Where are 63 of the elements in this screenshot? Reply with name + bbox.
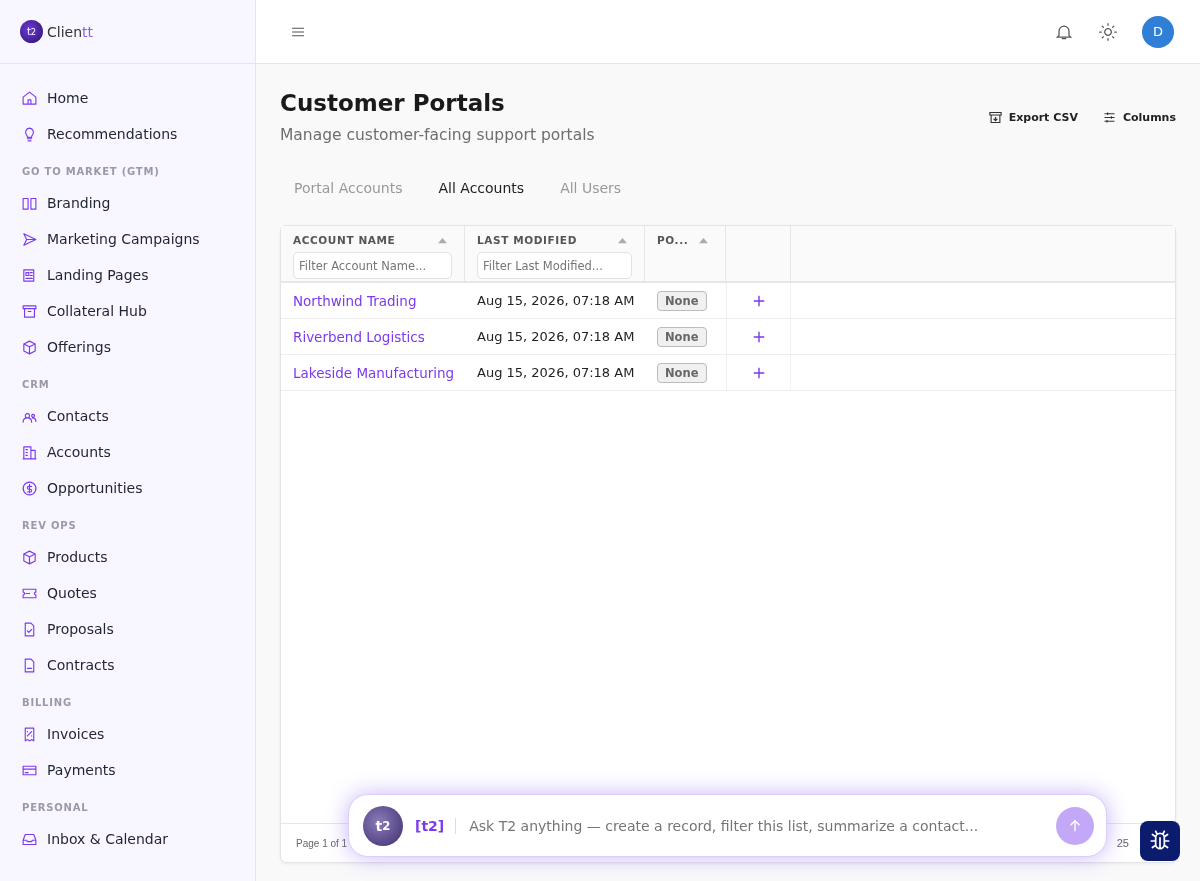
columns-button[interactable]: Columns: [1101, 110, 1176, 125]
account-link[interactable]: Riverbend Logistics: [293, 328, 425, 345]
column-header[interactable]: LAST MODIFIED: [477, 234, 577, 246]
sidebar-item[interactable]: Products: [21, 539, 255, 575]
section-label: REV OPS: [22, 520, 78, 531]
nav-icon: [21, 548, 38, 566]
sidebar-item[interactable]: Contracts: [21, 647, 255, 683]
sidebar-item[interactable]: Branding: [21, 185, 255, 221]
sidebar-item[interactable]: Recommendations: [21, 116, 255, 152]
nav-icon: [21, 230, 38, 248]
nav-icon: [21, 338, 38, 356]
portal-badge: None: [657, 290, 707, 311]
page-info: Page 1 of 1: [296, 837, 348, 849]
sidebar-item[interactable]: Landing Pages: [21, 257, 255, 293]
sidebar-item[interactable]: Home: [21, 80, 255, 116]
table-cell: Aug 15, 2026, 07:18 AM: [477, 293, 635, 308]
page-title: Customer Portals: [280, 90, 506, 116]
add-icon[interactable]: [751, 365, 766, 380]
nav-icon: [21, 479, 38, 497]
sort-icon[interactable]: [617, 236, 628, 244]
archive-download-icon: [987, 110, 1003, 125]
column-header[interactable]: ACCOUNT NAME: [293, 234, 396, 246]
sidebar-item[interactable]: Contacts: [21, 398, 255, 434]
export-button[interactable]: Export CSV: [987, 110, 1078, 125]
sidebar-item[interactable]: Payments: [21, 752, 255, 788]
sidebar-item[interactable]: Offerings: [21, 329, 255, 365]
section-label: PERSONAL: [22, 802, 90, 813]
nav-icon: [21, 302, 38, 320]
sidebar-item[interactable]: Marketing Campaigns: [21, 221, 255, 257]
add-icon[interactable]: [751, 329, 766, 344]
section-label: GO TO MARKET (GTM): [22, 166, 161, 177]
column-header[interactable]: PO...: [657, 234, 689, 246]
filter-field[interactable]: Filter Account Name...: [293, 252, 452, 279]
sidebar-item[interactable]: Invoices: [21, 716, 255, 752]
sidebar-item[interactable]: Quotes: [21, 575, 255, 611]
table-cell: Aug 15, 2026, 07:18 AM: [477, 365, 635, 380]
tab[interactable]: All Accounts: [424, 172, 539, 204]
account-link[interactable]: Northwind Trading: [293, 292, 417, 309]
sort-icon[interactable]: [698, 236, 709, 244]
portal-badge: None: [657, 326, 707, 347]
nav-icon: [21, 89, 38, 107]
sun-icon[interactable]: [1098, 21, 1118, 42]
sidebar-item[interactable]: Opportunities: [21, 470, 255, 506]
nav-icon: [21, 443, 38, 461]
sidebar-item[interactable]: Proposals: [21, 611, 255, 647]
sidebar-item[interactable]: Collateral Hub: [21, 293, 255, 329]
user-avatar[interactable]: D: [1142, 15, 1174, 48]
page-subtitle: Manage customer-facing support portals: [280, 126, 595, 144]
send-button[interactable]: [1056, 806, 1094, 845]
bug-report-button[interactable]: [1140, 821, 1180, 861]
brand-name: Clientt: [47, 23, 94, 40]
account-link[interactable]: Lakeside Manufacturing: [293, 364, 455, 381]
portal-badge: None: [657, 362, 707, 383]
add-icon[interactable]: [751, 293, 766, 308]
page-size-select[interactable]: 25: [1116, 837, 1129, 849]
section-label: BILLING: [22, 697, 73, 708]
sidebar-item[interactable]: Inbox & Calendar: [21, 821, 255, 857]
sidebar-item[interactable]: Accounts: [21, 434, 255, 470]
assistant-tag: [t2]: [415, 817, 457, 834]
section-label: CRM: [22, 379, 51, 390]
sort-icon[interactable]: [437, 236, 448, 244]
filter-field[interactable]: Filter Last Modified...: [477, 252, 632, 279]
table-cell: Aug 15, 2026, 07:18 AM: [477, 329, 635, 344]
